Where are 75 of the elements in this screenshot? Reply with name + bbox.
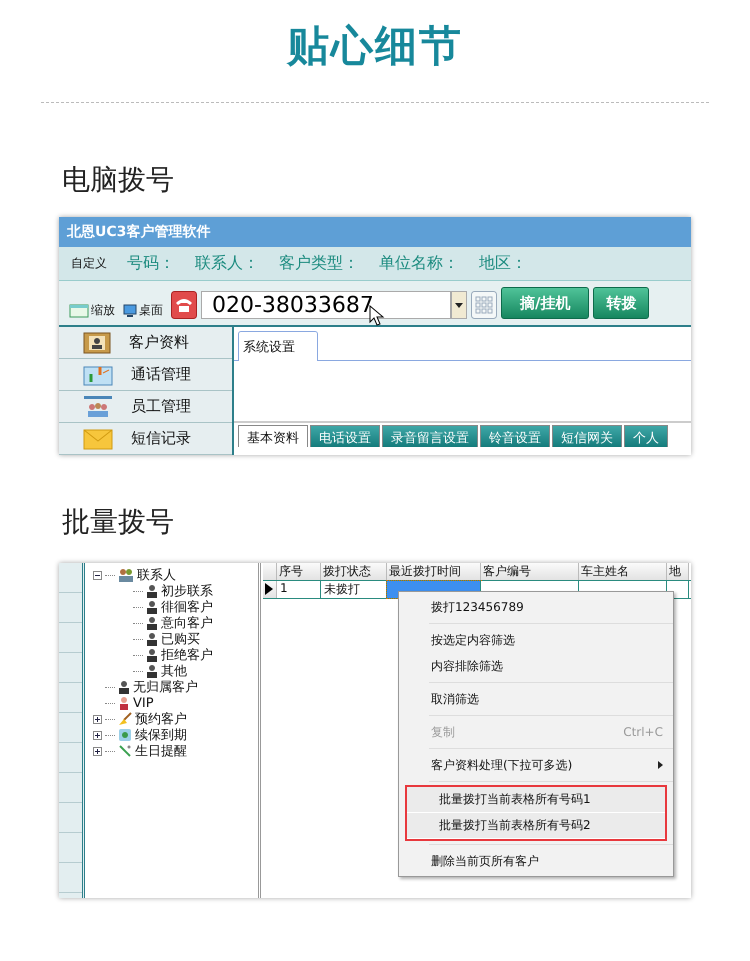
person-icon: [146, 584, 158, 598]
row-pointer-icon: [265, 583, 273, 595]
column-header[interactable]: 最近拨打时间: [387, 563, 481, 580]
tab[interactable]: 个人: [624, 425, 668, 447]
tree-item[interactable]: VIP: [133, 696, 154, 710]
shortcut-hint: Ctrl+C: [623, 725, 663, 739]
toggle-label[interactable]: 桌面: [139, 302, 163, 319]
menu-item: 复制 Ctrl+C: [430, 724, 664, 741]
column-header[interactable]: 客户编号: [481, 563, 579, 580]
caret-icon: [455, 302, 463, 308]
tree-item[interactable]: 已购买: [161, 630, 200, 648]
section-heading: 电脑拨号: [62, 162, 174, 198]
corner-cell: [263, 563, 277, 580]
people-icon: [83, 394, 113, 418]
menu-item[interactable]: 内容排除筛选: [399, 653, 673, 679]
column-header[interactable]: 拨打状态: [321, 563, 387, 580]
menu-item[interactable]: 批量拨打当前表格所有号码2: [407, 813, 665, 839]
column-header[interactable]: 地: [667, 563, 689, 580]
person-icon: [146, 664, 158, 678]
expand-toggle-icon[interactable]: [93, 730, 102, 740]
vip-person-icon: [118, 696, 130, 710]
menu-item[interactable]: 取消筛选: [399, 686, 673, 712]
nav-item[interactable]: 短信记录: [131, 429, 191, 448]
dropdown-button[interactable]: [451, 291, 467, 319]
tab[interactable]: 短信网关: [552, 425, 622, 447]
phone-number-field[interactable]: 020-38033687: [201, 291, 451, 319]
tab[interactable]: 系统设置: [238, 331, 318, 361]
tree-item[interactable]: 意向客户: [161, 614, 213, 632]
section-heading: 批量拨号: [62, 504, 174, 540]
nav-item[interactable]: 员工管理: [131, 397, 191, 416]
tab[interactable]: 录音留言设置: [382, 425, 478, 447]
menu-item[interactable]: 按选定内容筛选: [399, 627, 673, 653]
person-icon: [146, 600, 158, 614]
tree-item[interactable]: 拒绝客户: [161, 646, 213, 664]
tree-item[interactable]: 续保到期: [135, 726, 187, 744]
nav-item[interactable]: 通话管理: [131, 365, 191, 384]
tree-item[interactable]: 联系人: [137, 566, 176, 584]
telephone-icon[interactable]: [171, 291, 197, 319]
toggle-label[interactable]: 缩放: [91, 302, 115, 319]
expand-toggle-icon[interactable]: [93, 714, 102, 724]
tree-item[interactable]: 预约客户: [135, 710, 187, 728]
tree-item[interactable]: 初步联系: [161, 582, 213, 600]
menu-item[interactable]: 批量拨打当前表格所有号码1: [407, 787, 665, 813]
monitor-icon[interactable]: [123, 304, 137, 318]
person-icon: [146, 632, 158, 646]
tree-item[interactable]: 生日提醒: [135, 742, 187, 760]
menu-item[interactable]: 客户资料处理(下拉可多选): [399, 752, 673, 778]
column-header[interactable]: 序号: [277, 563, 321, 580]
person-icon: [146, 648, 158, 662]
table-cell: 未拨打: [321, 581, 387, 598]
column-header[interactable]: 车主姓名: [579, 563, 667, 580]
address-book-icon: [83, 332, 111, 354]
person-icon: [118, 680, 130, 694]
call-transfer-icon: [83, 364, 113, 386]
people-icon: [118, 568, 134, 582]
expand-toggle-icon[interactable]: [93, 746, 102, 756]
shield-icon: [118, 728, 132, 742]
menu-item[interactable]: 拨打123456789: [399, 594, 673, 620]
window-icon[interactable]: [69, 304, 89, 318]
collapse-toggle-icon[interactable]: [93, 570, 102, 580]
broom-icon: [118, 712, 132, 726]
tree-item[interactable]: 其他: [161, 662, 187, 680]
tab[interactable]: 电话设置: [310, 425, 380, 447]
window-title: 北恩UC3客户管理软件: [59, 217, 691, 247]
tree-item[interactable]: 无归属客户: [133, 678, 198, 696]
custom-label[interactable]: 自定义: [71, 255, 107, 272]
person-icon: [146, 616, 158, 630]
page-title: 贴心细节: [287, 20, 463, 72]
nav-item[interactable]: 客户资料: [129, 333, 189, 352]
tree-item[interactable]: 徘徊客户: [161, 598, 213, 616]
menu-item[interactable]: 删除当前页所有客户: [399, 848, 673, 874]
row-header[interactable]: [263, 581, 277, 598]
envelope-icon: [83, 428, 113, 450]
tab[interactable]: 铃音设置: [480, 425, 550, 447]
tab[interactable]: 基本资料: [238, 425, 308, 447]
